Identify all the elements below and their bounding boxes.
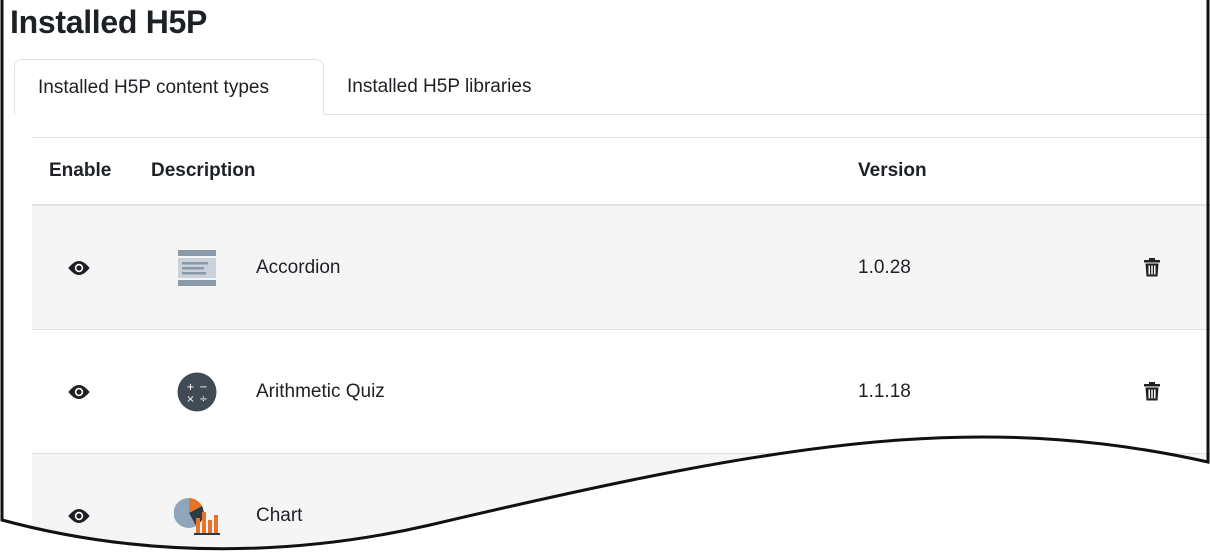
svg-text:−: − xyxy=(199,382,207,393)
table-row: + − × ÷ Arithmetic Quiz 1.1.18 xyxy=(32,330,1210,454)
content-type-icon xyxy=(172,454,222,554)
content-type-name: Arithmetic Quiz xyxy=(256,380,385,402)
tab-content-types[interactable]: Installed H5P content types xyxy=(14,59,324,115)
svg-text:÷: ÷ xyxy=(199,394,207,405)
content-type-name: Accordion xyxy=(256,256,341,278)
header-enable: Enable xyxy=(49,160,112,181)
chart-icon xyxy=(174,496,220,536)
delete-button[interactable] xyxy=(1140,330,1164,453)
svg-text:×: × xyxy=(186,394,194,405)
tab-libraries[interactable]: Installed H5P libraries xyxy=(324,59,554,113)
content-type-name: Chart xyxy=(256,504,303,526)
header-description: Description xyxy=(151,160,256,181)
trash-icon xyxy=(1144,382,1160,401)
page-content: Installed H5P Installed H5P content type… xyxy=(0,0,1210,554)
content-types-table: Enable Description Version Accordion 1.0… xyxy=(32,137,1210,554)
visibility-toggle[interactable] xyxy=(64,454,94,554)
svg-text:+: + xyxy=(186,382,194,393)
table-row: Accordion 1.0.28 xyxy=(32,206,1210,330)
accordion-icon xyxy=(177,249,217,287)
content-type-icon: + − × ÷ xyxy=(172,330,222,453)
eye-icon xyxy=(67,260,91,276)
header-version: Version xyxy=(858,160,927,181)
eye-icon xyxy=(67,508,91,524)
trash-icon xyxy=(1144,258,1160,277)
eye-icon xyxy=(67,384,91,400)
arithmetic-quiz-icon: + − × ÷ xyxy=(177,372,217,412)
table-row: Chart xyxy=(32,454,1210,554)
delete-button[interactable] xyxy=(1140,206,1164,329)
tab-bar: Installed H5P content types Installed H5… xyxy=(14,59,1210,115)
content-type-version: 1.1.18 xyxy=(858,380,911,402)
page-title: Installed H5P xyxy=(10,4,208,40)
visibility-toggle[interactable] xyxy=(64,330,94,453)
content-type-icon xyxy=(172,206,222,329)
screenshot-frame: Installed H5P Installed H5P content type… xyxy=(0,0,1210,554)
table-header: Enable Description Version xyxy=(32,137,1210,206)
content-type-version: 1.0.28 xyxy=(858,256,911,278)
visibility-toggle[interactable] xyxy=(64,206,94,329)
